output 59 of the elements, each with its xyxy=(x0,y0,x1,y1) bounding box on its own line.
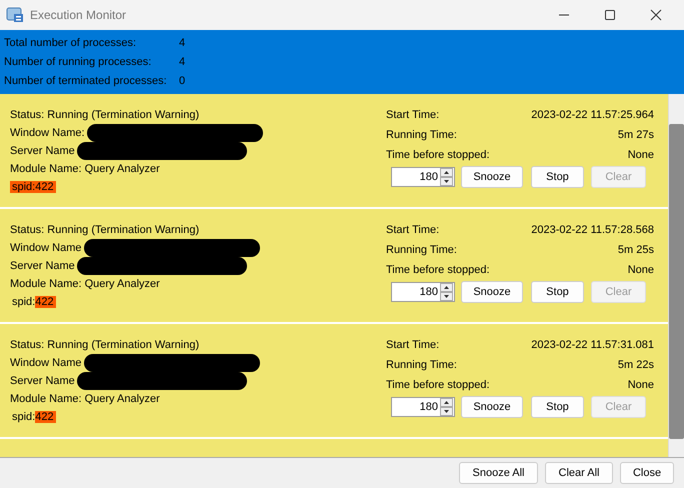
start-time-value: 2023-02-22 11.57:28.568 xyxy=(531,223,654,238)
start-time-value: 2023-02-22 11.57:25.964 xyxy=(531,108,654,123)
field-label: Server Name xyxy=(10,374,75,389)
window-title: Execution Monitor xyxy=(30,8,126,22)
start-time-value: 2023-02-22 11.57:31.081 xyxy=(531,338,654,353)
summary-label: Number of terminated processes: xyxy=(4,74,168,87)
action-button[interactable]: Snooze xyxy=(461,281,523,303)
close-icon[interactable] xyxy=(650,9,662,21)
footer-button[interactable]: Clear All xyxy=(545,462,613,484)
maximize-icon[interactable] xyxy=(604,9,616,21)
running-time-label: Running Time: xyxy=(386,128,457,143)
field-label: Window Name xyxy=(10,356,82,371)
stop-time-value: None xyxy=(628,148,654,163)
summary-label: Total number of processes: xyxy=(4,37,138,50)
snooze-minutes-spinner[interactable]: 180 xyxy=(391,282,455,302)
action-button[interactable]: Stop xyxy=(531,166,584,188)
action-button[interactable]: Snooze xyxy=(461,396,523,418)
stop-time-label: Time before stopped: xyxy=(386,378,490,393)
status-text: Status: Running (Termination Warning) xyxy=(10,338,200,353)
snooze-minutes-spinner[interactable]: 180 xyxy=(391,397,455,417)
spid-label: spid: xyxy=(11,296,36,308)
field-label: Window Name xyxy=(10,241,82,256)
spid-label: spid: xyxy=(11,411,36,423)
start-time-label: Start Time: xyxy=(386,108,440,123)
module-text: Module Name: Query Analyzer xyxy=(10,162,161,177)
summary-label: Number of running processes: xyxy=(4,56,152,68)
spid-label: spid: xyxy=(10,181,36,193)
scrollbar[interactable] xyxy=(668,94,684,457)
running-time-value: 5m 27s xyxy=(618,128,654,143)
summary-value: 0 xyxy=(179,74,186,87)
spid-value: 422 xyxy=(35,411,56,423)
start-time-label: Start Time: xyxy=(386,223,440,238)
snooze-minutes-spinner[interactable]: 180 xyxy=(391,167,455,187)
field-label: Server Name xyxy=(10,144,75,159)
stop-time-label: Time before stopped: xyxy=(386,148,490,163)
action-button[interactable]: Stop xyxy=(531,396,584,418)
summary-value: 4 xyxy=(179,56,186,68)
footer-button[interactable]: Close xyxy=(620,462,674,484)
field-label: Window Name: xyxy=(10,126,85,141)
running-time-label: Running Time: xyxy=(386,358,457,373)
stop-time-value: None xyxy=(628,378,654,393)
running-time-label: Running Time: xyxy=(386,243,457,258)
spid-value: 422 xyxy=(35,296,56,308)
action-button[interactable]: Snooze xyxy=(461,166,523,188)
module-text: Module Name: Query Analyzer xyxy=(10,392,161,407)
footer-button[interactable]: Snooze All xyxy=(459,462,538,484)
module-text: Module Name: Query Analyzer xyxy=(10,277,161,292)
running-time-value: 5m 22s xyxy=(618,358,654,373)
field-label: Server Name xyxy=(10,259,75,274)
action-button[interactable]: Stop xyxy=(531,281,584,303)
spid-value: 422 xyxy=(35,181,56,193)
status-text: Status: Running (Termination Warning) xyxy=(10,223,200,238)
start-time-label: Start Time: xyxy=(386,338,440,353)
stop-time-label: Time before stopped: xyxy=(386,263,490,278)
stop-time-value: None xyxy=(628,263,654,278)
summary-value: 4 xyxy=(179,37,186,50)
status-text: Status: Running (Termination Warning) xyxy=(10,108,200,123)
app-icon xyxy=(6,7,24,23)
running-time-value: 5m 25s xyxy=(618,243,654,258)
